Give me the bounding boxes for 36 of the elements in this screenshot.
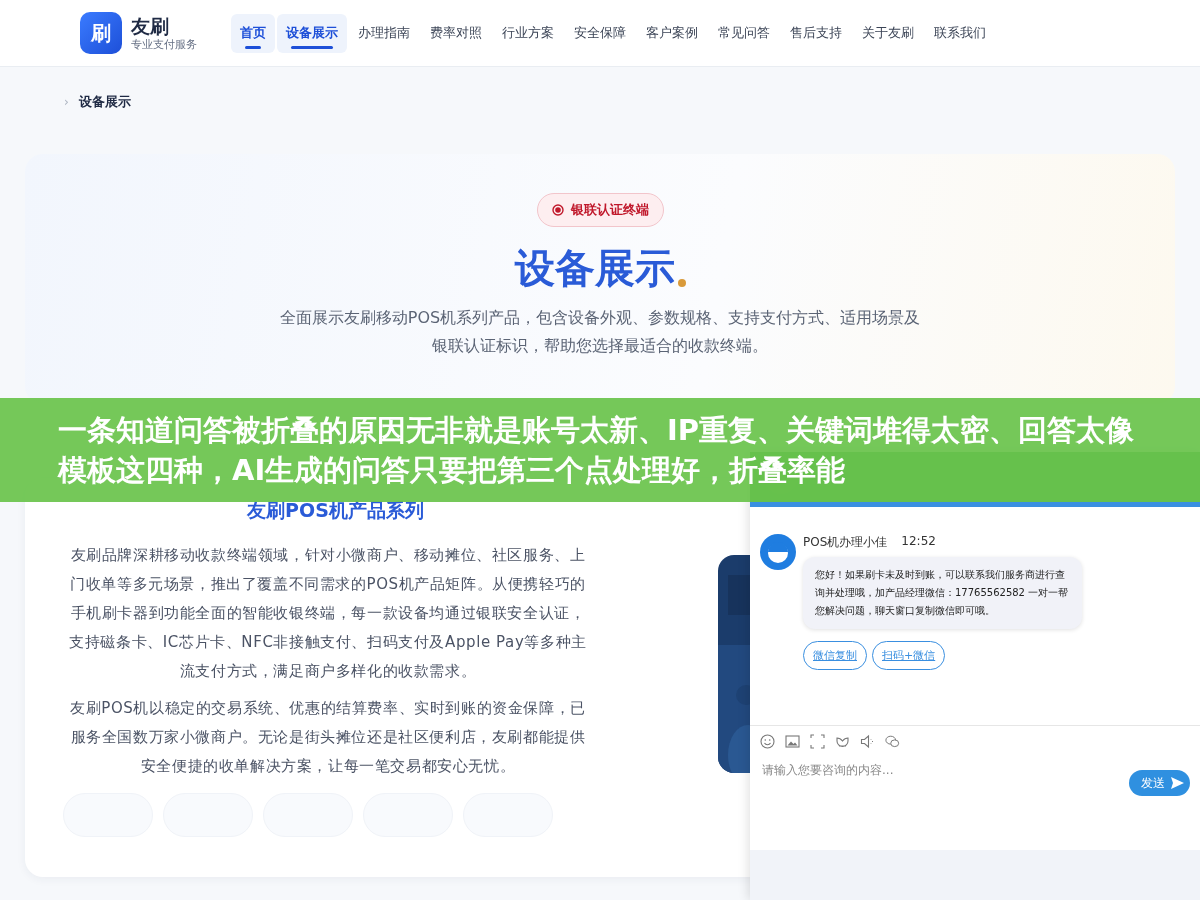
emoji-icon[interactable] xyxy=(760,733,775,749)
page-subtitle: 全面展示友刷移动POS机系列产品，包含设备外观、参数规格、支持支付方式、适用场景及银联认证标识，帮助您选择最适合的收款终端。 xyxy=(278,307,922,357)
page-title: 设备展示 xyxy=(514,244,675,293)
chevron-icon: › xyxy=(64,94,69,109)
nav-link[interactable]: 客户案例 xyxy=(637,13,707,53)
agent-name: POS机办理小佳 xyxy=(803,534,888,551)
nav-link[interactable]: 售后支持 xyxy=(781,13,851,53)
section-title: 友刷POS机产品系列 xyxy=(246,498,425,523)
wechat-icon[interactable] xyxy=(885,733,900,749)
action-button[interactable]: 微信复制 xyxy=(803,641,867,670)
nav-link[interactable]: 关于友刷 xyxy=(853,13,923,53)
nav-link[interactable]: 首页 xyxy=(231,13,275,53)
nav-link[interactable]: 办理指南 xyxy=(349,13,419,53)
nav-link[interactable]: 行业方案 xyxy=(493,13,563,53)
image-icon[interactable] xyxy=(785,733,800,749)
nav-link[interactable]: 设备展示 xyxy=(277,13,347,53)
paragraph: 友刷品牌深耕移动收款终端领域，针对小微商户、移动摊位、社区服务、上门收单等多元场景，推出了覆盖不同需求的POS机产品矩阵。从便携轻巧的手机刷卡器到功能全面的智能收银终端，每一款设备均通过银联安全认证，支持磁条卡、IC芯片卡、NFC非接触支付、扫码支付及Apple Pay等多种主流支付方式，满足商户多样化的收款需求。 xyxy=(68,545,588,682)
nav-link[interactable]: 联系我们 xyxy=(925,13,995,53)
breadcrumb-current: 设备展示 xyxy=(78,92,131,111)
speaker-icon[interactable] xyxy=(860,733,875,749)
message-bubble: 您好！如果刷卡未及时到账，可以联系我们服务商进行查询并处理哦，加产品经理微信：17765562582 一对一帮您解决问题，聊天窗口复制微信即可哦。 xyxy=(803,557,1082,629)
logo-mark: 刷 xyxy=(80,12,122,54)
nav-link[interactable]: 费率对照 xyxy=(421,13,491,53)
brand-tagline: 专业支付服务 xyxy=(131,36,197,52)
action-button[interactable]: 扫码+微信 xyxy=(872,641,946,670)
certification-badge: 银联认证终端 xyxy=(536,193,664,227)
agent-avatar xyxy=(760,534,796,570)
nav-link[interactable]: 安全保障 xyxy=(565,13,635,53)
paragraph: 友刷POS机以稳定的交易系统、优惠的结算费率、实时到账的资金保障，已服务全国数万家小微商户。无论是街头摊位还是社区便利店，友刷都能提供安全便捷的收单解决方案，让每一笔交易都安心无忧。 xyxy=(69,698,587,777)
nav-link[interactable]: 常见问答 xyxy=(709,13,779,53)
overlay-banner-text: 一条知道问答被折叠的原因无非就是账号太新、IP重复、关键词堆得太密、回答太像模板这四种，AI生成的问答只要把第三个点处理好，折叠率能 xyxy=(58,412,1136,489)
send-icon xyxy=(1171,777,1184,789)
accent-dot xyxy=(677,279,686,287)
message-time: 12:52 xyxy=(901,534,936,550)
record-icon xyxy=(551,204,564,216)
brand-name: 友刷 xyxy=(131,14,170,37)
